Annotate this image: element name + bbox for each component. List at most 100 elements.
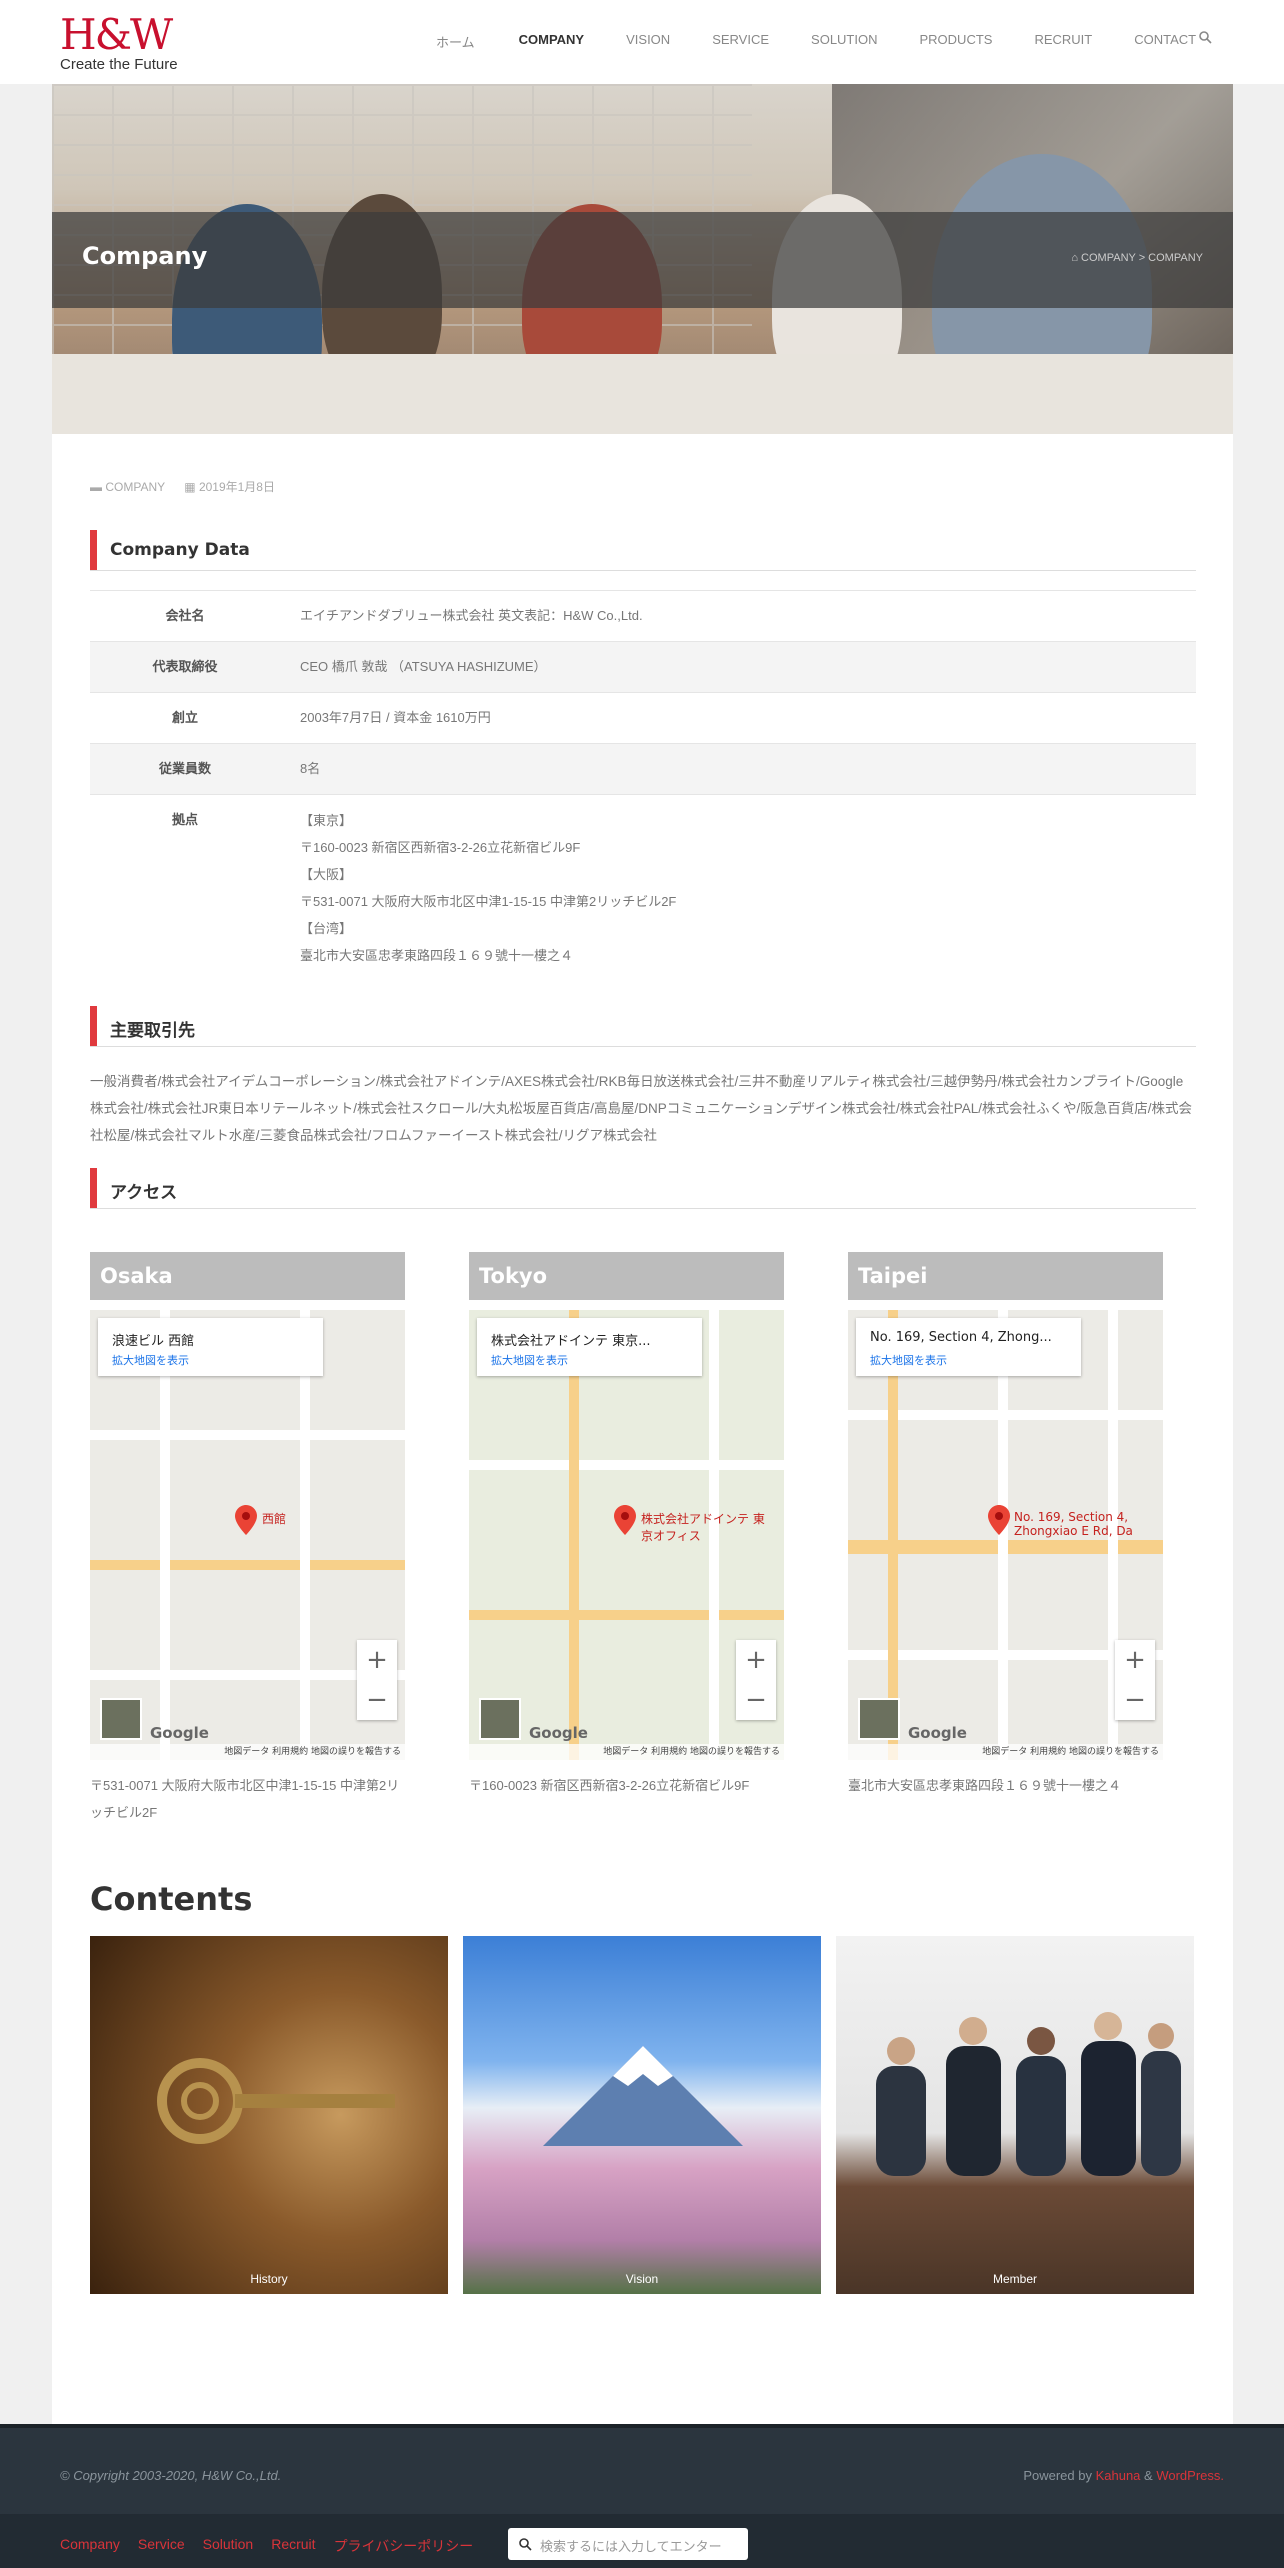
table-row: 従業員数 8名 <box>90 743 1196 795</box>
site-logo[interactable]: H&W Create the Future <box>60 14 178 74</box>
map-road <box>160 1310 170 1760</box>
footer-top: © Copyright 2003-2020, H&W Co.,Ltd. Powe… <box>0 2424 1284 2514</box>
map-embed[interactable]: 浪速ビル 西館 拡大地図を表示 西館 + − Google 地図データ 利用規約 … <box>90 1310 405 1760</box>
map-footer[interactable]: 地図データ 利用規約 地図の誤りを報告する <box>848 1744 1163 1760</box>
post-meta: ▬ COMPANY ▦ 2019年1月8日 <box>90 478 275 495</box>
home-icon[interactable]: ⌂ <box>1071 252 1081 264</box>
nav-service[interactable]: SERVICE <box>712 32 769 51</box>
section-title: アクセス <box>110 1183 178 1203</box>
page-title: Company <box>82 242 208 270</box>
map-satellite-toggle[interactable] <box>479 1698 521 1740</box>
hero-title-band <box>52 212 1233 308</box>
footer-search-input[interactable]: 検索するには入力してエンター <box>508 2528 748 2560</box>
map-address: 〒531-0071 大阪府大阪市北区中津1-15-15 中津第2リッチビル2F <box>90 1778 400 1820</box>
map-info-card: 浪速ビル 西館 拡大地図を表示 <box>98 1318 323 1376</box>
wordpress-link[interactable]: WordPress. <box>1156 2468 1224 2483</box>
map-place-name: 株式会社アドインテ 東京... <box>491 1334 651 1349</box>
google-logo: Google <box>529 1724 588 1742</box>
map-city-header: Taipei <box>848 1252 1163 1300</box>
people-icon <box>876 2012 1181 2176</box>
map-address: 〒160-0023 新宿区西新宿3-2-26立花新宿ビル9F <box>469 1778 750 1793</box>
map-road <box>569 1310 579 1760</box>
map-road <box>90 1560 405 1570</box>
map-road <box>90 1430 405 1440</box>
map-enlarge-link[interactable]: 拡大地図を表示 <box>112 1352 189 1368</box>
map-footer[interactable]: 地図データ 利用規約 地図の誤りを報告する <box>469 1744 784 1760</box>
company-data-table: 会社名 エイチアンドダブリュー株式会社 英文表記：H&W Co.,Ltd. 代表… <box>90 590 1196 975</box>
map-enlarge-link[interactable]: 拡大地図を表示 <box>870 1352 947 1368</box>
map-footer[interactable]: 地図データ 利用規約 地図の誤りを報告する <box>90 1744 405 1760</box>
zoom-out-button[interactable]: − <box>1115 1680 1155 1720</box>
map-embed[interactable]: 株式会社アドインテ 東京... 拡大地図を表示 株式会社アドインテ 東京オフィス… <box>469 1310 784 1760</box>
table-key: 従業員数 <box>90 743 280 795</box>
footer-link-solution[interactable]: Solution <box>203 2536 254 2556</box>
content-tile-member[interactable]: Member <box>836 1936 1194 2294</box>
map-zoom-control: + − <box>736 1640 776 1720</box>
footer-link-recruit[interactable]: Recruit <box>271 2536 315 2556</box>
nav-company[interactable]: COMPANY <box>519 32 584 51</box>
map-pin-icon[interactable] <box>614 1505 636 1535</box>
zoom-out-button[interactable]: − <box>736 1680 776 1720</box>
nav-contact[interactable]: CONTACT <box>1134 32 1196 51</box>
nav-solution[interactable]: SOLUTION <box>811 32 877 51</box>
content-tile-history[interactable]: History <box>90 1936 448 2294</box>
copyright: © Copyright 2003-2020, H&W Co.,Ltd. <box>60 2468 282 2483</box>
table-row: 会社名 エイチアンドダブリュー株式会社 英文表記：H&W Co.,Ltd. <box>90 590 1196 642</box>
map-road <box>469 1610 784 1620</box>
table-value: 8名 <box>280 743 1196 795</box>
calendar-icon: ▦ <box>184 480 199 494</box>
key-icon <box>157 2058 395 2144</box>
powered-amp: & <box>1140 2468 1157 2483</box>
kahuna-link[interactable]: Kahuna <box>1096 2468 1141 2483</box>
footer-link-service[interactable]: Service <box>138 2536 185 2556</box>
nav-recruit[interactable]: RECRUIT <box>1034 32 1092 51</box>
nav-home[interactable]: ホーム <box>436 32 475 51</box>
table-value: 【東京】 〒160-0023 新宿区西新宿3-2-26立花新宿ビル9F 【大阪】… <box>280 794 1196 975</box>
location-line: 【東京】 <box>300 813 353 828</box>
map-satellite-toggle[interactable] <box>858 1698 900 1740</box>
main-nav: ホーム COMPANY VISION SERVICE SOLUTION PROD… <box>436 32 1196 51</box>
nav-products[interactable]: PRODUCTS <box>920 32 993 51</box>
footer-link-privacy[interactable]: プライバシーポリシー <box>334 2536 474 2556</box>
map-pin-icon[interactable] <box>235 1505 257 1535</box>
map-embed[interactable]: No. 169, Section 4, Zhong... 拡大地図を表示 No.… <box>848 1310 1163 1760</box>
map-satellite-toggle[interactable] <box>100 1698 142 1740</box>
site-header: H&W Create the Future ホーム COMPANY VISION… <box>0 0 1284 84</box>
table-key: 会社名 <box>90 590 280 642</box>
zoom-in-button[interactable]: + <box>357 1640 397 1680</box>
section-title: 主要取引先 <box>110 1021 195 1041</box>
footer-link-company[interactable]: Company <box>60 2536 120 2556</box>
section-heading-company-data: Company Data <box>90 530 1196 571</box>
post-date: 2019年1月8日 <box>198 480 275 494</box>
zoom-in-button[interactable]: + <box>1115 1640 1155 1680</box>
table-value: 2003年7月7日 / 資本金 1610万円 <box>280 692 1196 744</box>
zoom-out-button[interactable]: − <box>357 1680 397 1720</box>
zoom-in-button[interactable]: + <box>736 1640 776 1680</box>
section-heading-clients: 主要取引先 <box>90 1006 1196 1047</box>
heading-accent-bar <box>90 1168 97 1208</box>
post-category[interactable]: COMPANY <box>105 480 165 494</box>
contents-heading: Contents <box>90 1880 253 1918</box>
content-tile-vision[interactable]: Vision <box>463 1936 821 2294</box>
section-title: Company Data <box>110 540 250 560</box>
location-line: 〒531-0071 大阪府大阪市北区中津1-15-15 中津第2リッチビル2F <box>300 894 677 909</box>
map-pin-icon[interactable] <box>988 1505 1010 1535</box>
map-info-card: No. 169, Section 4, Zhong... 拡大地図を表示 <box>856 1318 1081 1376</box>
google-logo: Google <box>150 1724 209 1742</box>
search-icon[interactable] <box>1198 30 1212 44</box>
heading-accent-bar <box>90 530 97 570</box>
section-heading-access: アクセス <box>90 1168 1196 1209</box>
powered-prefix: Powered by <box>1023 2468 1096 2483</box>
footer-links: Company Service Solution Recruit プライバシーポ… <box>60 2536 491 2556</box>
nav-vision[interactable]: VISION <box>626 32 670 51</box>
table-key: 拠点 <box>90 794 280 975</box>
breadcrumb-text[interactable]: COMPANY > COMPANY <box>1081 252 1203 264</box>
map-enlarge-link[interactable]: 拡大地図を表示 <box>491 1352 568 1368</box>
map-zoom-control: + − <box>1115 1640 1155 1720</box>
logo-tagline: Create the Future <box>60 56 178 73</box>
map-road <box>300 1310 310 1760</box>
map-road <box>469 1460 784 1470</box>
powered-by: Powered by Kahuna & WordPress. <box>1023 2468 1224 2483</box>
heading-accent-bar <box>90 1006 97 1046</box>
location-line: 【大阪】 <box>300 867 353 882</box>
